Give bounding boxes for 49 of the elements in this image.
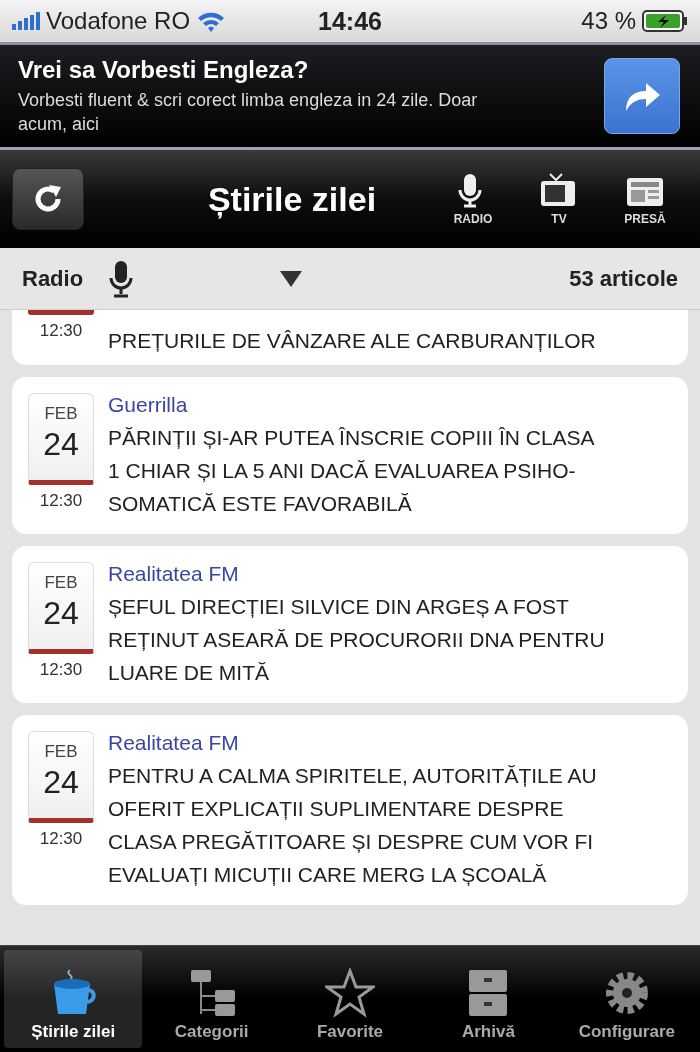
date-month: FEB <box>44 742 78 762</box>
clock-time: 14:46 <box>318 6 382 36</box>
date-day: 24 <box>43 426 79 463</box>
carrier-name: Vodafone RO <box>46 7 191 35</box>
article-source: Guerrilla <box>108 393 189 417</box>
tab-bar-item[interactable]: Configurare <box>557 950 697 1048</box>
headline-line: 1 CHIAR ȘI LA 5 ANI DACĂ EVALUAREA PSIHO- <box>108 458 577 484</box>
ad-title: Vrei sa Vorbesti Engleza? <box>18 56 310 84</box>
screen-title: Știrile zilei <box>206 179 378 219</box>
article-time: 12:30 <box>39 660 83 680</box>
article-count: 53 articole <box>569 265 678 292</box>
battery-icon <box>642 10 688 32</box>
headline-line: CLASA PREGĂTITOARE ȘI DESPRE CUM VOR FI <box>108 829 595 855</box>
date-month: FEB <box>44 404 78 424</box>
filter-label: Radio <box>22 265 84 292</box>
microphone-icon <box>109 259 134 298</box>
share-button[interactable] <box>604 58 680 134</box>
headline-line: LUARE DE MITĂ <box>108 660 271 686</box>
headline-line: REȚINUT ASEARĂ DE PROCURORII DNA PENTRU <box>108 627 606 653</box>
headline-line: OFERIT EXPLICAȚII SUPLIMENTARE DESPRE <box>108 796 565 822</box>
article-source: Realitatea FM <box>108 731 240 755</box>
nav-button[interactable]: PRESĂ <box>602 172 688 226</box>
date-month: FEB <box>44 573 78 593</box>
article-source: Realitatea FM <box>108 562 240 586</box>
headline-line: ȘEFUL DIRECȚIEI SILVICE DIN ARGEȘ A FOST <box>108 594 570 620</box>
headline-line: EVALUAȚI MICUȚII CARE MERG LA ȘCOALĂ <box>108 862 548 888</box>
headline-line: PREȚURILE DE VÂNZARE ALE CARBURANȚILOR <box>108 328 597 354</box>
star-icon <box>325 968 375 1018</box>
wifi-icon <box>196 10 227 32</box>
article-time: 12:30 <box>39 321 83 341</box>
signal-icon <box>12 12 40 30</box>
tab-bar-item[interactable]: Știrile zilei <box>4 950 143 1048</box>
dropdown-arrow-icon[interactable] <box>280 270 303 287</box>
battery-percent: 43 % <box>581 7 636 35</box>
headline-line: PENTRU A CALMA SPIRITELE, AUTORITĂȚILE AU <box>108 763 598 789</box>
date-day: 24 <box>43 764 79 801</box>
ad-text: Vorbesti fluent & scri corect limba engleza in 24 zile. Doar acum, aici <box>18 89 479 136</box>
refresh-button[interactable] <box>12 168 84 230</box>
nav-button[interactable]: TV <box>516 172 602 226</box>
tv-icon <box>540 172 578 208</box>
nav-button[interactable]: RADIO <box>430 172 516 226</box>
date-day: 24 <box>43 595 79 632</box>
article-time: 12:30 <box>39 829 83 849</box>
tab-bar-item[interactable]: Arhivă <box>419 950 558 1048</box>
tab-bar-item[interactable]: Categorii <box>142 950 281 1048</box>
headline-line: PĂRINȚII ȘI-AR PUTEA ÎNSCRIE COPIII ÎN CLASA <box>108 425 596 451</box>
tab-bar-item[interactable]: Favorite <box>280 950 420 1048</box>
article-time: 12:30 <box>39 491 83 511</box>
headline-line: SOMATICĂ ESTE FAVORABILĂ <box>108 491 413 517</box>
